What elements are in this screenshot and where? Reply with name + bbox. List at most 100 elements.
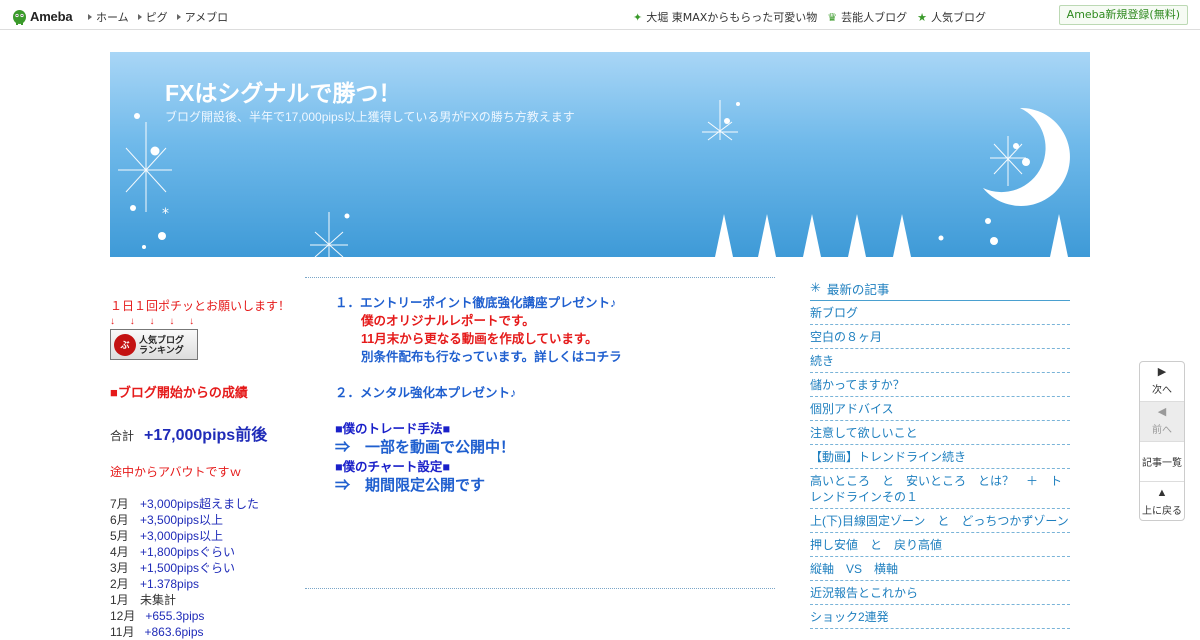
recent-posts-heading: ✳ 最新の記事 [810, 280, 1070, 301]
post-link[interactable]: 縦軸 VS 横軸 [810, 557, 1070, 581]
ranking-line-2: ランキング [139, 344, 184, 355]
floating-entry-nav: ▶ 次へ ◀ 前へ 記事一覧 ▲ 上に戻る [1139, 361, 1185, 521]
sparkle-icon: ✦ [632, 10, 643, 24]
post-link[interactable]: 続き [810, 349, 1070, 373]
entry-list-button[interactable]: 記事一覧 [1140, 442, 1184, 482]
entry-list-label: 記事一覧 [1142, 458, 1182, 469]
recent-posts-sidebar: ✳ 最新の記事 新ブログ 空白の８ヶ月 続き 儲かってますか？ 個別アドバイス … [810, 280, 1070, 629]
back-to-top-label: 上に戻る [1142, 505, 1182, 517]
total-label: 合計 [110, 429, 135, 443]
month-label: 5月 [110, 529, 129, 543]
triangle-right-icon [88, 14, 92, 20]
month-label: 11月 [110, 625, 135, 639]
monthly-results: 7月 +3,000pips超えました 6月 +3,500pips以上 5月 +3,00… [110, 496, 300, 640]
month-value: +863.6pips [144, 625, 204, 639]
item1-line3-link[interactable]: 別条件配布も行なっています。詳しくはコチラ [335, 348, 755, 366]
month-label: 2月 [110, 577, 129, 591]
left-sidebar: １日１回ポチッとお願いします！ ↓ ↓ ↓ ↓ ↓ ぶ 人気ブログ ランキング … [110, 297, 300, 640]
post-link[interactable]: ショック2連発 [810, 605, 1070, 629]
recent-posts-title: 最新の記事 [826, 282, 890, 297]
month-row: 6月 +3,500pips以上 [110, 512, 300, 528]
item2-title-link[interactable]: ２．メンタル強化本プレゼント♪ [335, 384, 755, 402]
main-entry-area: １．エントリーポイント徹底強化講座プレゼント♪ 僕のオリジナルレポートです。 1… [305, 277, 775, 589]
play-right-icon: ▶ [1157, 366, 1167, 378]
link-celebrity-blog[interactable]: ♛ 芸能人ブログ [827, 9, 907, 25]
month-value: +1,800pipsぐらい [140, 545, 236, 559]
month-row: 4月 +1,800pipsぐらい [110, 544, 300, 560]
month-row: 11月 +863.6pips [110, 624, 300, 640]
triangle-right-icon [137, 14, 142, 20]
trade-video-link[interactable]: ⇒ 一部を動画で公開中！ [335, 438, 755, 458]
trade-heading: ■僕のトレード手法■ [335, 422, 451, 436]
svg-text:*: * [162, 206, 169, 222]
post-link[interactable]: 【動画】トレンドライン続き [810, 445, 1070, 469]
ameba-mascot-icon [12, 8, 27, 25]
blog-header-banner: * FXはシグナルで勝つ！ ブログ開設後、半年で17,000pips以上獲得して… [110, 52, 1090, 257]
month-label: 7月 [110, 497, 129, 511]
blog-ranking-banner[interactable]: ぶ 人気ブログ ランキング [110, 329, 198, 360]
blog-title[interactable]: FXはシグナルで勝つ！ [165, 74, 401, 108]
total-pips: 合計 +17,000pips前後 [110, 421, 300, 445]
link-celebrity-blog-label: 芸能人ブログ [841, 11, 908, 24]
nav-pigg[interactable]: ピグ [137, 9, 168, 25]
ranking-banner-text: 人気ブログ ランキング [139, 335, 184, 355]
play-left-icon: ◀ [1157, 406, 1167, 418]
link-popular-blog[interactable]: ★ 人気ブログ [917, 9, 986, 25]
star-icon: ★ [917, 10, 927, 24]
post-link[interactable]: 新ブログ [810, 301, 1070, 325]
post-link[interactable]: 高いところ と 安いところ とは？ ＋ トレンドラインその１ [810, 469, 1070, 509]
blog-description: ブログ開設後、半年で17,000pips以上獲得している男がFXの勝ち方教えます [165, 110, 575, 124]
month-value: +1,500pipsぐらい [140, 561, 236, 575]
about-note: 途中からアバウトですｗ [110, 465, 242, 479]
nav-ameblo-label: アメブロ [184, 11, 229, 24]
post-link[interactable]: 近況報告とこれから [810, 581, 1070, 605]
prev-label: 前へ [1152, 425, 1172, 436]
chart-settings-link[interactable]: ⇒ 期間限定公開です [335, 476, 755, 496]
month-row: 5月 +3,000pips以上 [110, 528, 300, 544]
month-label: 12月 [110, 609, 136, 623]
nav-home-label: ホーム [96, 11, 129, 24]
post-link[interactable]: 注意して欲しいこと [810, 421, 1070, 445]
link-cute-items[interactable]: ✦ 大堀 東MAXからもらった可愛い物 [633, 9, 817, 25]
register-button[interactable]: Ameba新規登録(無料) [1058, 5, 1188, 25]
link-popular-blog-label: 人気ブログ [931, 11, 986, 24]
month-value: +1.378pips [140, 577, 200, 591]
item1-line1: 僕のオリジナルレポートです。 [361, 314, 535, 328]
month-label: 1月 [110, 593, 129, 607]
total-value: +17,000pips前後 [144, 427, 268, 444]
ameba-logo[interactable]: Ameba [12, 6, 73, 26]
post-link[interactable]: 上(下)目線固定ゾーン と どっちつかずゾーン [810, 509, 1070, 533]
month-row: 1月 未集計 [110, 592, 300, 608]
triangle-up-icon: ▲ [1156, 486, 1168, 499]
item1-line2: 11月末から更なる動画を作成しています。 [361, 332, 598, 346]
nav-pigg-label: ピグ [145, 11, 168, 24]
post-link[interactable]: 空白の８ヶ月 [810, 325, 1070, 349]
entry-body: １．エントリーポイント徹底強化講座プレゼント♪ 僕のオリジナルレポートです。 1… [335, 294, 755, 496]
month-row: 7月 +3,000pips超えました [110, 496, 300, 512]
item1-title-link[interactable]: １．エントリーポイント徹底強化講座プレゼント♪ [335, 294, 755, 312]
month-row: 3月 +1,500pipsぐらい [110, 560, 300, 576]
post-link[interactable]: 押し安値 と 戻り高値 [810, 533, 1070, 557]
ranking-logo-icon: ぶ [114, 333, 136, 356]
post-link[interactable]: 個別アドバイス [810, 397, 1070, 421]
nav-home[interactable]: ホーム [88, 9, 129, 25]
vote-request-text: １日１回ポチッとお願いします！ [110, 299, 291, 313]
month-row: 12月 +655.3pips [110, 608, 300, 624]
month-value: +3,500pips以上 [140, 513, 224, 527]
top-nav: ホーム ピグ アメブロ [88, 9, 228, 25]
month-label: 6月 [110, 513, 129, 527]
prev-button[interactable]: ◀ 前へ [1140, 402, 1184, 442]
link-cute-items-label: 大堀 東MAXからもらった可愛い物 [646, 11, 818, 24]
next-button[interactable]: ▶ 次へ [1140, 362, 1184, 402]
ranking-line-1: 人気ブログ [139, 334, 185, 345]
chart-heading: ■僕のチャート設定■ [335, 460, 450, 474]
month-label: 3月 [110, 561, 129, 575]
achievement-heading: ■ブログ開始からの成績 [110, 385, 248, 400]
back-to-top-button[interactable]: ▲ 上に戻る [1140, 482, 1184, 522]
post-link[interactable]: 儲かってますか？ [810, 373, 1070, 397]
nav-ameblo[interactable]: アメブロ [176, 9, 229, 25]
month-value: +3,000pips超えました [140, 497, 260, 511]
month-value: +655.3pips [145, 609, 205, 623]
